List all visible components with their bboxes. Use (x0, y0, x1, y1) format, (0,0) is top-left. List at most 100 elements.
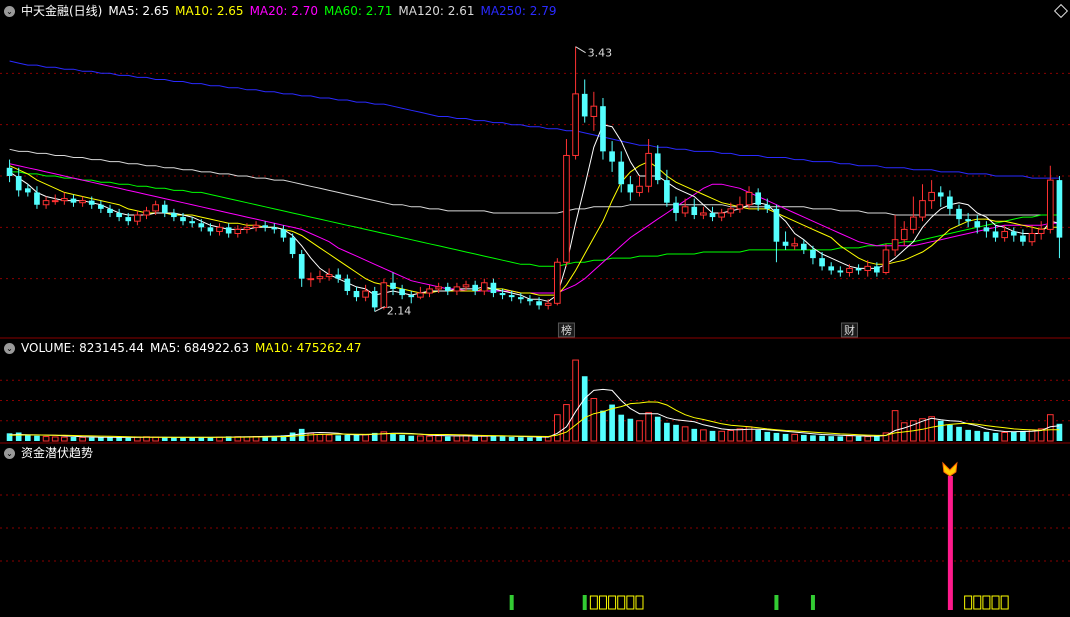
candle-body (435, 286, 442, 290)
candle-body (527, 299, 533, 302)
volume-bar (891, 410, 899, 442)
volume-bar (983, 431, 990, 441)
candle-body (171, 212, 177, 218)
candle-body (1037, 228, 1045, 234)
candle-body (1020, 235, 1026, 242)
butterfly-icon (942, 461, 958, 477)
candle-body (590, 105, 598, 117)
candle-body (536, 301, 542, 306)
candle-body (24, 188, 31, 193)
volume-bar (700, 429, 707, 442)
volume-bar (846, 435, 853, 442)
yellow-signal-box (973, 595, 982, 610)
candle-body (755, 192, 761, 205)
volume-bar (152, 436, 159, 442)
volume-bar (928, 416, 935, 442)
indicator-panel-header: ⌄ 资金潜伏趋势 (0, 444, 99, 462)
candle-body (928, 191, 935, 202)
low-price-label: 2.14 (387, 305, 412, 318)
volume-bar (426, 435, 433, 442)
candle-body (700, 212, 707, 216)
ma120-readout: MA120: 2.61 (398, 4, 475, 18)
candle-body (791, 243, 799, 247)
volume-ma5-readout: MA5: 684922.63 (150, 341, 249, 355)
volume-bar (819, 435, 825, 441)
volume-bar (673, 424, 679, 441)
chart-window: 3.43 2.14 榜 财 ⌄ 中天金融(日线) MA5: 2.65 MA10: 2.65 M… (0, 0, 1070, 613)
yellow-signal-box (589, 595, 598, 610)
ma-line-ma10 (9, 161, 1060, 296)
volume-bar (810, 435, 816, 441)
collapse-toggle-icon[interactable]: ⌄ (4, 6, 15, 17)
candle-body (462, 284, 470, 288)
volume-bar (627, 418, 634, 441)
volume-bar (636, 420, 643, 442)
yellow-signal-box (608, 595, 617, 610)
candle-body (252, 224, 260, 228)
candle-body (563, 154, 570, 263)
green-signal-bar (774, 595, 779, 610)
candle-body (234, 228, 242, 234)
candle-body (371, 290, 378, 308)
candle-body (572, 93, 579, 156)
candle-body (1010, 231, 1017, 236)
candle-body (316, 276, 324, 280)
volume-bar (755, 429, 761, 441)
yellow-signal-box (982, 595, 991, 610)
candle-body (900, 228, 908, 241)
volume-bar (718, 430, 725, 442)
volume-bar (79, 436, 86, 442)
volume-bar (764, 431, 771, 441)
green-signal-bar (582, 595, 587, 610)
volume-bar (353, 434, 360, 441)
candle-body (70, 198, 77, 203)
candle-body (745, 191, 753, 206)
event-tag-label: 榜 (561, 323, 572, 337)
yellow-signal-box (991, 595, 1000, 610)
candle-body (691, 206, 698, 216)
candle-body (1028, 232, 1036, 243)
candle-body (34, 192, 40, 205)
volume-bar (855, 436, 862, 441)
collapse-toggle-icon[interactable]: ⌄ (4, 448, 15, 459)
candle-body (107, 208, 113, 213)
candle-body (664, 180, 670, 203)
candle-body (874, 266, 880, 273)
candle-body (161, 204, 168, 213)
volume-bar (1001, 432, 1008, 442)
candle-body (79, 200, 86, 204)
candle-body (974, 221, 981, 228)
high-price-label: 3.43 (588, 47, 613, 60)
candle-body (180, 217, 186, 222)
candle-body (499, 293, 506, 296)
candle-body (864, 265, 872, 271)
candle-body (42, 200, 50, 206)
volume-bar (965, 429, 971, 441)
yellow-signal-box (635, 595, 644, 610)
candle-body (645, 152, 652, 187)
volume-ma10-readout: MA10: 475262.47 (254, 341, 362, 355)
candle-body (390, 282, 396, 289)
candle-body (198, 223, 205, 228)
volume-bar (490, 435, 497, 441)
volume-bar (453, 435, 461, 442)
volume-bar (98, 437, 104, 441)
candle-body (125, 217, 132, 222)
ma-line-ma250 (9, 60, 1060, 179)
candle-body (480, 282, 488, 292)
volume-bar (116, 437, 122, 441)
volume-bar (207, 437, 214, 441)
candle-body (581, 93, 588, 117)
candle-body (225, 227, 232, 234)
green-signal-bar (509, 595, 514, 610)
candle-body (910, 216, 917, 230)
candle-body (636, 185, 643, 193)
yellow-signal-box (1000, 595, 1009, 610)
volume-panel-header: ⌄ VOLUME: 823145.44 MA5: 684922.63 MA10: 47… (0, 339, 368, 357)
candle-body (600, 106, 606, 152)
collapse-toggle-icon[interactable]: ⌄ (4, 343, 15, 354)
candle-body (61, 198, 68, 202)
candle-body (727, 208, 735, 214)
volume-bar (171, 437, 177, 441)
candle-body (472, 284, 478, 291)
